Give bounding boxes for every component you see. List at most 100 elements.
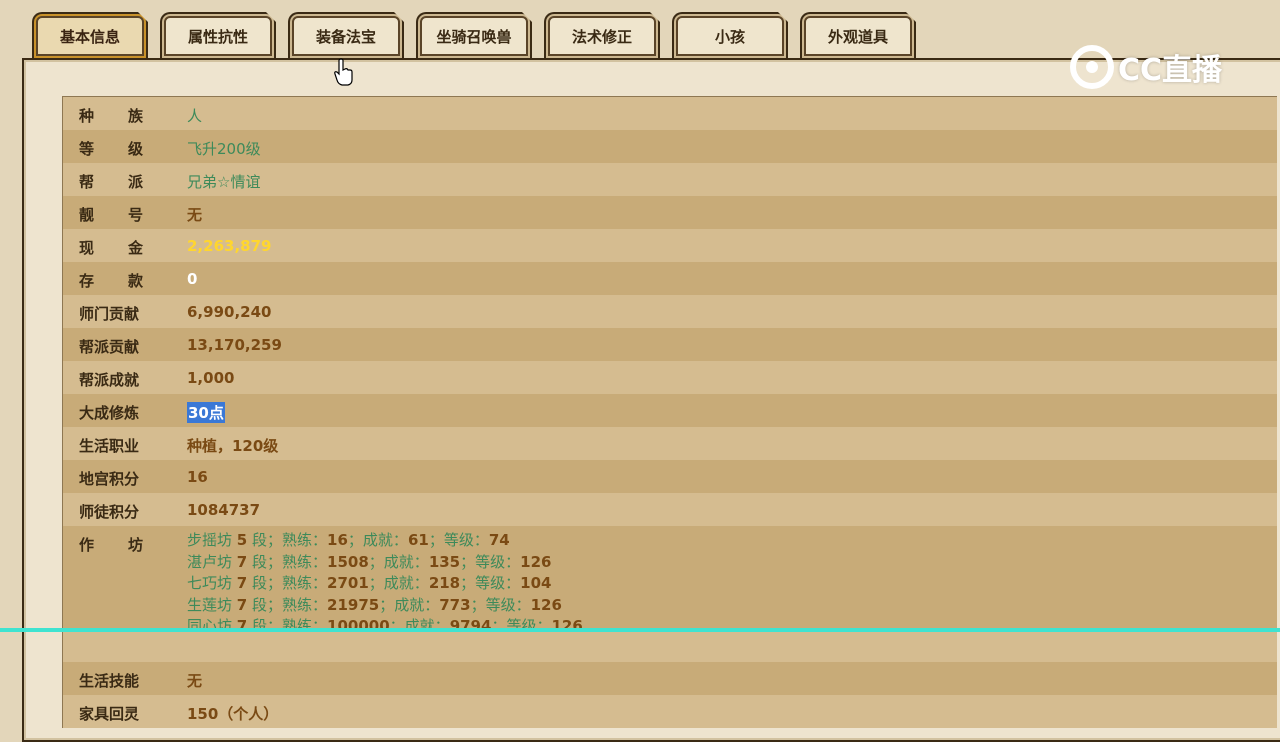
row-value: 16 (187, 468, 208, 486)
tab-spell-correction[interactable]: 法术修正 (544, 12, 660, 58)
workshop-prof: 21975 (327, 595, 380, 614)
workshop-word-lvl: ；等级： (460, 552, 521, 571)
workshop-word-prof: 熟练： (282, 595, 328, 614)
row-value: 2,263,879 (187, 237, 272, 255)
workshop-prof: 2701 (327, 574, 369, 592)
row-value: 无 (187, 206, 203, 224)
row-label: 靓号 (79, 206, 178, 224)
workshop-name: 生莲坊 (187, 595, 233, 614)
row-life-job: 生活职业 种植，120级 (63, 427, 1277, 460)
row-value: 0 (187, 270, 198, 288)
workshop-achieve: 135 (428, 552, 461, 571)
row-label: 帮派成就 (79, 371, 140, 389)
workshop-stage: 7 (236, 574, 248, 592)
workshop-word-achieve: ；成就： (368, 552, 429, 571)
row-label: 存款 (79, 272, 178, 290)
workshop-line: 七巧坊 7 段；熟练：2701；成就：218；等级：104 (187, 573, 583, 595)
workshop-prof: 16 (327, 531, 348, 549)
row-value: 1,000 (187, 369, 235, 387)
row-label: 大成修炼 (79, 404, 140, 422)
cc-logo-icon (1070, 45, 1114, 89)
row-label: 帮派 (79, 173, 178, 191)
workshop-word-achieve: ；成就： (347, 531, 408, 549)
row-race: 种族 人 (63, 97, 1277, 130)
row-cash: 现金 2,263,879 (63, 229, 1277, 262)
row-value: 1084737 (187, 501, 261, 519)
workshop-word-achieve: ；成就： (368, 574, 429, 592)
row-value: 13,170,259 (187, 336, 282, 354)
row-title: 靓号 无 (63, 196, 1277, 229)
row-workshop: 作坊 步摇坊 5 段；熟练：16；成就：61；等级：74 湛卢坊 7 段；熟练：1… (63, 526, 1277, 629)
row-deposit: 存款 0 (63, 262, 1277, 295)
row-value: 无 (187, 672, 203, 690)
tab-attribute-resist[interactable]: 属性抗性 (160, 12, 276, 58)
row-guild-contribution: 帮派贡献 13,170,259 (63, 328, 1277, 361)
row-level: 等级 飞升200级 (63, 130, 1277, 163)
workshop-list: 步摇坊 5 段；熟练：16；成就：61；等级：74 湛卢坊 7 段；熟练：1508… (187, 530, 583, 629)
workshop-prof: 1508 (327, 552, 369, 571)
row-label: 地宫积分 (79, 470, 140, 488)
hand-cursor-icon (334, 58, 353, 86)
workshop-word-stage: 段； (252, 531, 283, 549)
workshop-name: 湛卢坊 (187, 552, 233, 571)
workshop-stage: 5 (236, 531, 248, 549)
workshop-lvl: 74 (488, 531, 510, 549)
workshop-word-prof: 熟练： (282, 574, 328, 592)
row-label: 生活职业 (79, 437, 140, 455)
workshop-word-achieve: ；成就： (379, 595, 440, 614)
row-cultivation: 大成修炼 30点 (63, 394, 1277, 427)
workshop-stage: 7 (236, 552, 248, 571)
workshop-line: 步摇坊 5 段；熟练：16；成就：61；等级：74 (187, 530, 583, 552)
row-value: 兄弟☆情谊 (187, 173, 261, 191)
row-label: 等级 (79, 140, 178, 158)
tab-basic-info[interactable]: 基本信息 (32, 12, 148, 58)
row-mentor-score: 师徒积分 1084737 (63, 493, 1277, 526)
tab-mount-summon[interactable]: 坐骑召唤兽 (416, 12, 532, 58)
workshop-achieve: 773 (439, 595, 471, 614)
row-label: 师门贡献 (79, 305, 140, 323)
workshop-lvl: 126 (530, 595, 562, 614)
workshop-word-prof: 熟练： (282, 531, 328, 549)
workshop-lvl: 126 (520, 552, 552, 571)
basic-info-table: 种族 人 等级 飞升200级 帮派 兄弟☆情谊 靓号 无 现金 2,263,87… (62, 96, 1277, 728)
row-palace-score: 地宫积分 16 (63, 460, 1277, 493)
workshop-name: 七巧坊 (187, 574, 233, 592)
row-furniture: 家具回灵 150（个人） (63, 695, 1277, 728)
workshop-word-lvl: ；等级： (428, 531, 489, 549)
row-value: 人 (187, 107, 203, 125)
tab-child[interactable]: 小孩 (672, 12, 788, 58)
row-value: 种植，120级 (187, 437, 279, 455)
stream-watermark: CC直播 (1070, 42, 1250, 92)
row-guild: 帮派 兄弟☆情谊 (63, 163, 1277, 196)
workshop-word-lvl: ；等级： (460, 574, 521, 592)
workshop-word-lvl: ；等级： (470, 595, 531, 614)
tab-equipment-treasure[interactable]: 装备法宝 (288, 12, 404, 58)
row-value: 6,990,240 (187, 303, 272, 321)
workshop-word-stage: 段； (252, 595, 283, 614)
row-label: 生活技能 (79, 672, 140, 690)
row-value: 150（个人） (187, 705, 279, 723)
workshop-line: 生莲坊 7 段；熟练：21975；成就：773；等级：126 (187, 595, 583, 617)
tab-appearance-items[interactable]: 外观道具 (800, 12, 916, 58)
row-guild-achievement: 帮派成就 1,000 (63, 361, 1277, 394)
row-label: 作坊 (79, 536, 178, 554)
row-label: 帮派贡献 (79, 338, 140, 356)
row-value: 飞升200级 (187, 140, 261, 158)
row-label: 师徒积分 (79, 503, 140, 521)
watermark-text: CC直播 (1118, 53, 1223, 88)
workshop-name: 步摇坊 (187, 531, 233, 549)
row-master-contribution: 师门贡献 6,990,240 (63, 295, 1277, 328)
row-life-skill: 生活技能 无 (63, 662, 1277, 695)
workshop-word-prof: 熟练： (282, 552, 328, 571)
row-label: 种族 (79, 107, 178, 125)
row-spacer (63, 629, 1277, 662)
workshop-achieve: 61 (407, 531, 429, 549)
row-label: 现金 (79, 239, 178, 257)
row-label: 家具回灵 (79, 705, 140, 723)
workshop-word-stage: 段； (252, 574, 283, 592)
workshop-achieve: 218 (428, 574, 461, 592)
overlay-divider-line (0, 628, 1280, 632)
row-value-selected[interactable]: 30点 (187, 402, 225, 423)
workshop-word-stage: 段； (252, 552, 283, 571)
workshop-stage: 7 (236, 595, 248, 614)
